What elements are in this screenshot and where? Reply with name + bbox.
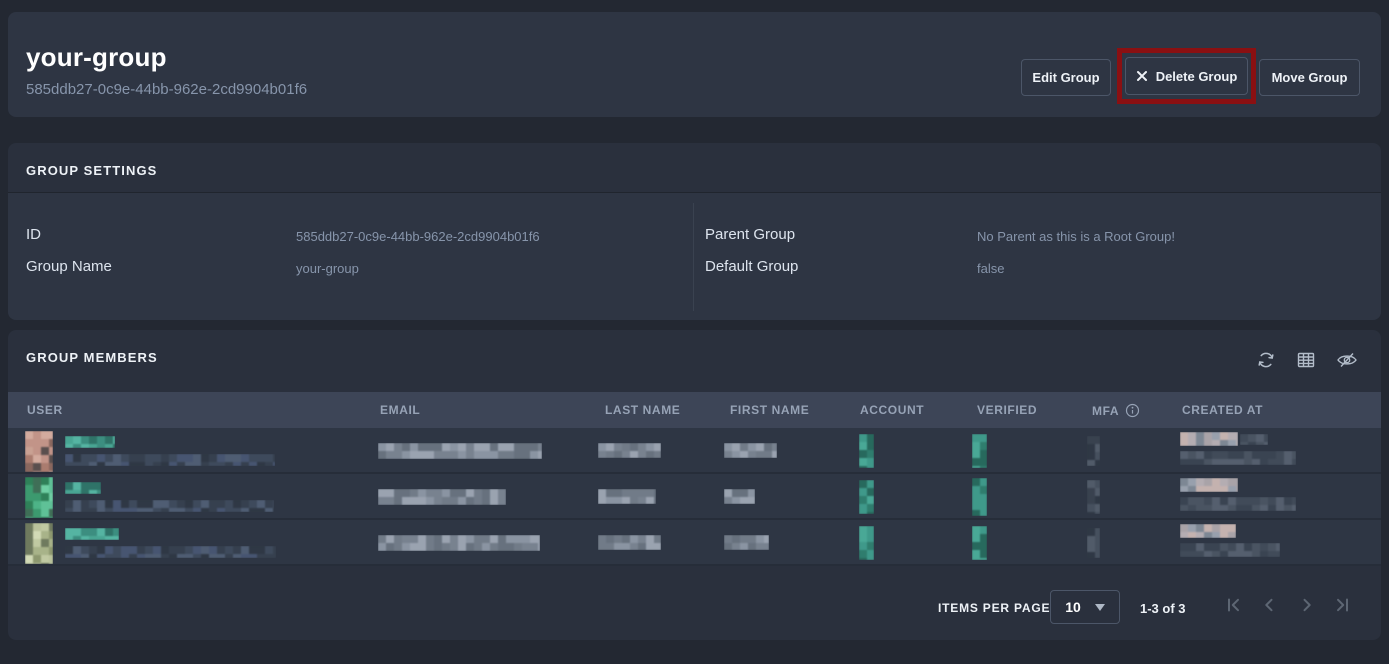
page: your-group 585ddb27-0c9e-44bb-962e-2cd99… — [0, 0, 1389, 664]
first-page-button[interactable] — [1224, 596, 1244, 614]
avatar — [25, 431, 53, 472]
avatar — [25, 523, 53, 564]
column-verified: VERIFIED — [977, 403, 1037, 417]
items-per-page-label: ITEMS PER PAGE — [938, 601, 1050, 615]
redacted-verified-status — [972, 478, 987, 516]
chevron-right-icon — [1297, 596, 1317, 614]
column-user: USER — [27, 403, 63, 417]
redacted-username — [65, 528, 119, 540]
redacted-created-time — [1180, 543, 1280, 557]
redacted-mfa-status — [1087, 528, 1100, 558]
redacted-user-subline — [65, 500, 274, 512]
default-group-value: false — [977, 261, 1004, 276]
items-per-page-select[interactable]: 10 — [1050, 590, 1120, 624]
annotation-box: Delete Group — [1117, 48, 1256, 104]
table-row[interactable] — [8, 520, 1381, 566]
settings-body: ID 585ddb27-0c9e-44bb-962e-2cd9904b01f6 … — [8, 193, 1381, 320]
redacted-user-subline — [65, 454, 275, 466]
group-name-value: your-group — [296, 261, 359, 276]
redacted-email — [378, 535, 540, 551]
redacted-username — [65, 482, 101, 494]
first-page-icon — [1224, 596, 1244, 614]
column-divider — [693, 203, 694, 311]
table-columns-icon — [1296, 350, 1318, 370]
redacted-email — [378, 443, 542, 459]
redacted-created-tail — [1240, 434, 1268, 445]
redacted-created-date — [1180, 432, 1238, 446]
info-icon[interactable] — [1125, 403, 1140, 418]
default-group-label: Default Group — [705, 258, 798, 275]
redacted-account-status — [859, 480, 874, 514]
redacted-verified-status — [972, 526, 987, 560]
redacted-last-name — [598, 443, 661, 458]
redacted-account-status — [859, 434, 874, 468]
column-last-name: LAST NAME — [605, 403, 680, 417]
chevron-left-icon — [1259, 596, 1279, 614]
redacted-last-name — [598, 489, 656, 504]
group-name-label: Group Name — [26, 258, 112, 275]
table-body — [8, 428, 1381, 566]
previous-page-button[interactable] — [1259, 596, 1279, 614]
mfa-label: MFA — [1092, 404, 1119, 418]
last-page-button[interactable] — [1332, 596, 1352, 614]
column-mfa: MFA — [1092, 403, 1140, 418]
edit-group-button[interactable]: Edit Group — [1021, 59, 1111, 96]
redacted-user-subline — [65, 546, 276, 558]
table-row[interactable] — [8, 428, 1381, 474]
column-first-name: FIRST NAME — [730, 403, 809, 417]
column-created-at: CREATED AT — [1182, 403, 1263, 417]
redacted-mfa-status — [1087, 436, 1100, 466]
last-page-icon — [1332, 596, 1352, 614]
id-label: ID — [26, 226, 41, 243]
redacted-first-name — [724, 489, 755, 504]
refresh-icon — [1256, 350, 1278, 370]
eye-off-icon — [1336, 350, 1358, 370]
hide-columns-button[interactable] — [1336, 349, 1358, 371]
avatar — [25, 477, 53, 518]
group-header-card: your-group 585ddb27-0c9e-44bb-962e-2cd99… — [8, 12, 1381, 117]
column-email: EMAIL — [380, 403, 420, 417]
group-members-card: GROUP MEMBERS — [8, 330, 1381, 640]
table-columns-button[interactable] — [1296, 349, 1318, 371]
id-value: 585ddb27-0c9e-44bb-962e-2cd9904b01f6 — [296, 229, 540, 244]
table-header: USER EMAIL LAST NAME FIRST NAME ACCOUNT … — [8, 392, 1381, 428]
column-account: ACCOUNT — [860, 403, 924, 417]
members-section-title: GROUP MEMBERS — [26, 350, 158, 365]
redacted-verified-status — [972, 434, 987, 468]
next-page-button[interactable] — [1297, 596, 1317, 614]
chevron-down-icon — [1095, 604, 1105, 611]
delete-group-button[interactable]: Delete Group — [1125, 57, 1248, 95]
group-id: 585ddb27-0c9e-44bb-962e-2cd9904b01f6 — [26, 81, 307, 98]
page-title: your-group — [26, 42, 167, 73]
redacted-created-date — [1180, 524, 1236, 538]
move-group-button[interactable]: Move Group — [1259, 59, 1360, 96]
redacted-created-time — [1180, 451, 1296, 465]
redacted-created-time — [1180, 497, 1296, 511]
group-settings-card: GROUP SETTINGS ID 585ddb27-0c9e-44bb-962… — [8, 143, 1381, 320]
pagination-range: 1-3 of 3 — [1140, 601, 1186, 616]
redacted-first-name — [724, 443, 777, 458]
redacted-first-name — [724, 535, 769, 550]
redacted-username — [65, 436, 115, 448]
redacted-account-status — [859, 526, 874, 560]
table-row[interactable] — [8, 474, 1381, 520]
redacted-email — [378, 489, 506, 505]
close-icon — [1136, 70, 1148, 82]
settings-section-title: GROUP SETTINGS — [26, 163, 157, 178]
parent-group-value: No Parent as this is a Root Group! — [977, 229, 1175, 244]
redacted-mfa-status — [1087, 480, 1100, 514]
redacted-created-date — [1180, 478, 1238, 492]
items-per-page-value: 10 — [1065, 599, 1081, 615]
redacted-last-name — [598, 535, 661, 550]
refresh-button[interactable] — [1256, 349, 1278, 371]
delete-group-label: Delete Group — [1156, 69, 1238, 84]
parent-group-label: Parent Group — [705, 226, 795, 243]
